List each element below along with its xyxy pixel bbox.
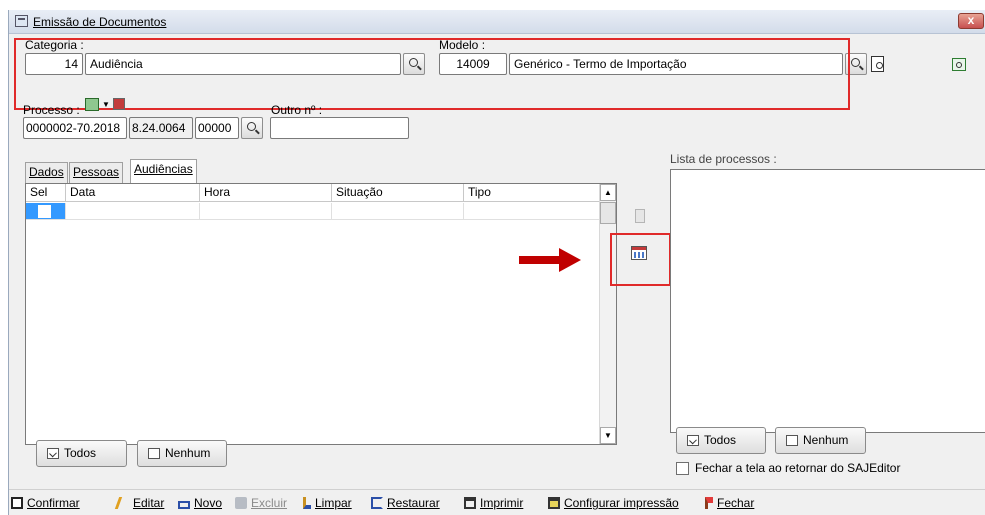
processo-label: Processo : [23,103,80,117]
close-button[interactable]: x [958,13,984,29]
broom-icon [303,497,311,509]
window-icon [15,15,28,27]
tab-audiencias[interactable]: Audiências [130,159,197,183]
save-icon [11,497,23,509]
select-all-button[interactable]: Todos [36,440,127,467]
exit-sign-icon [705,497,713,509]
document-preview-icon[interactable] [871,56,884,72]
exit-label: Fechar [717,496,755,510]
lista-processos-label: Lista de processos : [670,152,777,166]
check-all-icon [687,435,699,446]
list-select-all-label: Todos [704,433,737,447]
close-on-return-label: Fechar a tela ao retornar do SAJEditor [695,461,901,475]
print-label: Imprimir [480,496,524,510]
restore-icon [371,497,383,509]
new-button[interactable]: Novo [178,496,222,510]
scroll-down-arrow-icon[interactable]: ▼ [600,427,616,444]
search-icon [247,122,256,131]
close-on-return-checkbox[interactable] [676,462,689,475]
check-all-icon [47,448,59,459]
select-none-label: Nenhum [165,446,211,460]
column-header-situacao[interactable]: Situação [332,184,464,202]
row-checkbox[interactable] [38,205,51,218]
restore-label: Restaurar [387,496,440,510]
folder-search-icon[interactable] [952,58,966,71]
dropdown-arrow-icon[interactable]: ▼ [102,100,110,109]
printer-icon [464,497,476,509]
column-header-sel[interactable]: Sel [26,184,66,202]
column-header-hora[interactable]: Hora [200,184,332,202]
processo-number-field[interactable]: 0000002-70.2018 [23,117,127,139]
outro-label: Outro nº : [271,103,323,117]
list-select-all-button[interactable]: Todos [676,427,766,454]
uncheck-all-icon [148,448,160,459]
process-list[interactable] [670,169,985,433]
new-label: Novo [194,496,223,510]
list-select-none-button[interactable]: Nenhum [775,427,866,454]
process-type-icon[interactable] [85,98,99,111]
table-cell[interactable] [200,203,332,220]
confirm-label: Confirmar [27,496,80,510]
print-button[interactable]: Imprimir [464,496,523,510]
tab-dados[interactable]: Dados [25,162,68,183]
confirm-button[interactable]: Confirmar [11,496,80,510]
select-all-label: Todos [64,446,97,460]
processo-seq-field[interactable]: 00000 [195,117,239,139]
delete-icon [235,497,247,509]
new-icon [178,501,190,509]
table-row-select-cell[interactable] [26,203,66,220]
uncheck-all-icon [786,435,798,446]
tab-pessoas[interactable]: Pessoas [69,162,124,183]
column-header-data[interactable]: Data [66,184,200,202]
outro-number-field[interactable] [270,117,409,139]
search-icon [851,58,860,67]
select-none-button[interactable]: Nenhum [137,440,227,467]
annotation-highlight-box [14,38,850,110]
clear-button[interactable]: Limpar [303,496,352,510]
process-flag-icon[interactable] [113,98,125,110]
processo-search-button[interactable] [241,117,263,139]
print-settings-button[interactable]: Configurar impressão [548,496,679,510]
document-emission-window: Emissão de Documentos x Categoria : 14 A… [8,10,985,515]
table-cell[interactable] [464,203,600,220]
clear-label: Limpar [315,496,352,510]
bottom-toolbar: Confirmar Editar Novo Excluir Limpar Res… [9,489,985,515]
table-cell[interactable] [66,203,200,220]
pencil-icon [114,497,132,509]
delete-button[interactable]: Excluir [235,496,287,510]
exit-button[interactable]: Fechar [705,496,754,510]
window-title: Emissão de Documentos [33,15,167,29]
restore-button[interactable]: Restaurar [371,496,440,510]
title-bar: Emissão de Documentos x [9,10,985,34]
scroll-up-arrow-icon[interactable]: ▲ [600,184,616,201]
processo-court-field[interactable]: 8.24.0064 [129,117,193,139]
edit-label: Editar [133,496,165,510]
list-select-none-label: Nenhum [803,433,849,447]
scroll-thumb[interactable] [600,202,616,224]
annotation-arrow-icon [519,248,581,272]
hearings-grid[interactable]: Sel Data Hora Situação Tipo ▲ ▼ [25,183,617,445]
annotation-highlight-box [610,233,671,286]
table-cell[interactable] [332,203,464,220]
delete-label: Excluir [251,496,288,510]
edit-button[interactable]: Editar [114,496,165,510]
column-header-tipo[interactable]: Tipo [464,184,600,202]
print-settings-label: Configurar impressão [564,496,679,510]
printer-settings-icon [548,497,560,509]
grid-scrollbar[interactable]: ▲ ▼ [599,184,616,444]
copy-documents-icon[interactable] [635,209,645,223]
